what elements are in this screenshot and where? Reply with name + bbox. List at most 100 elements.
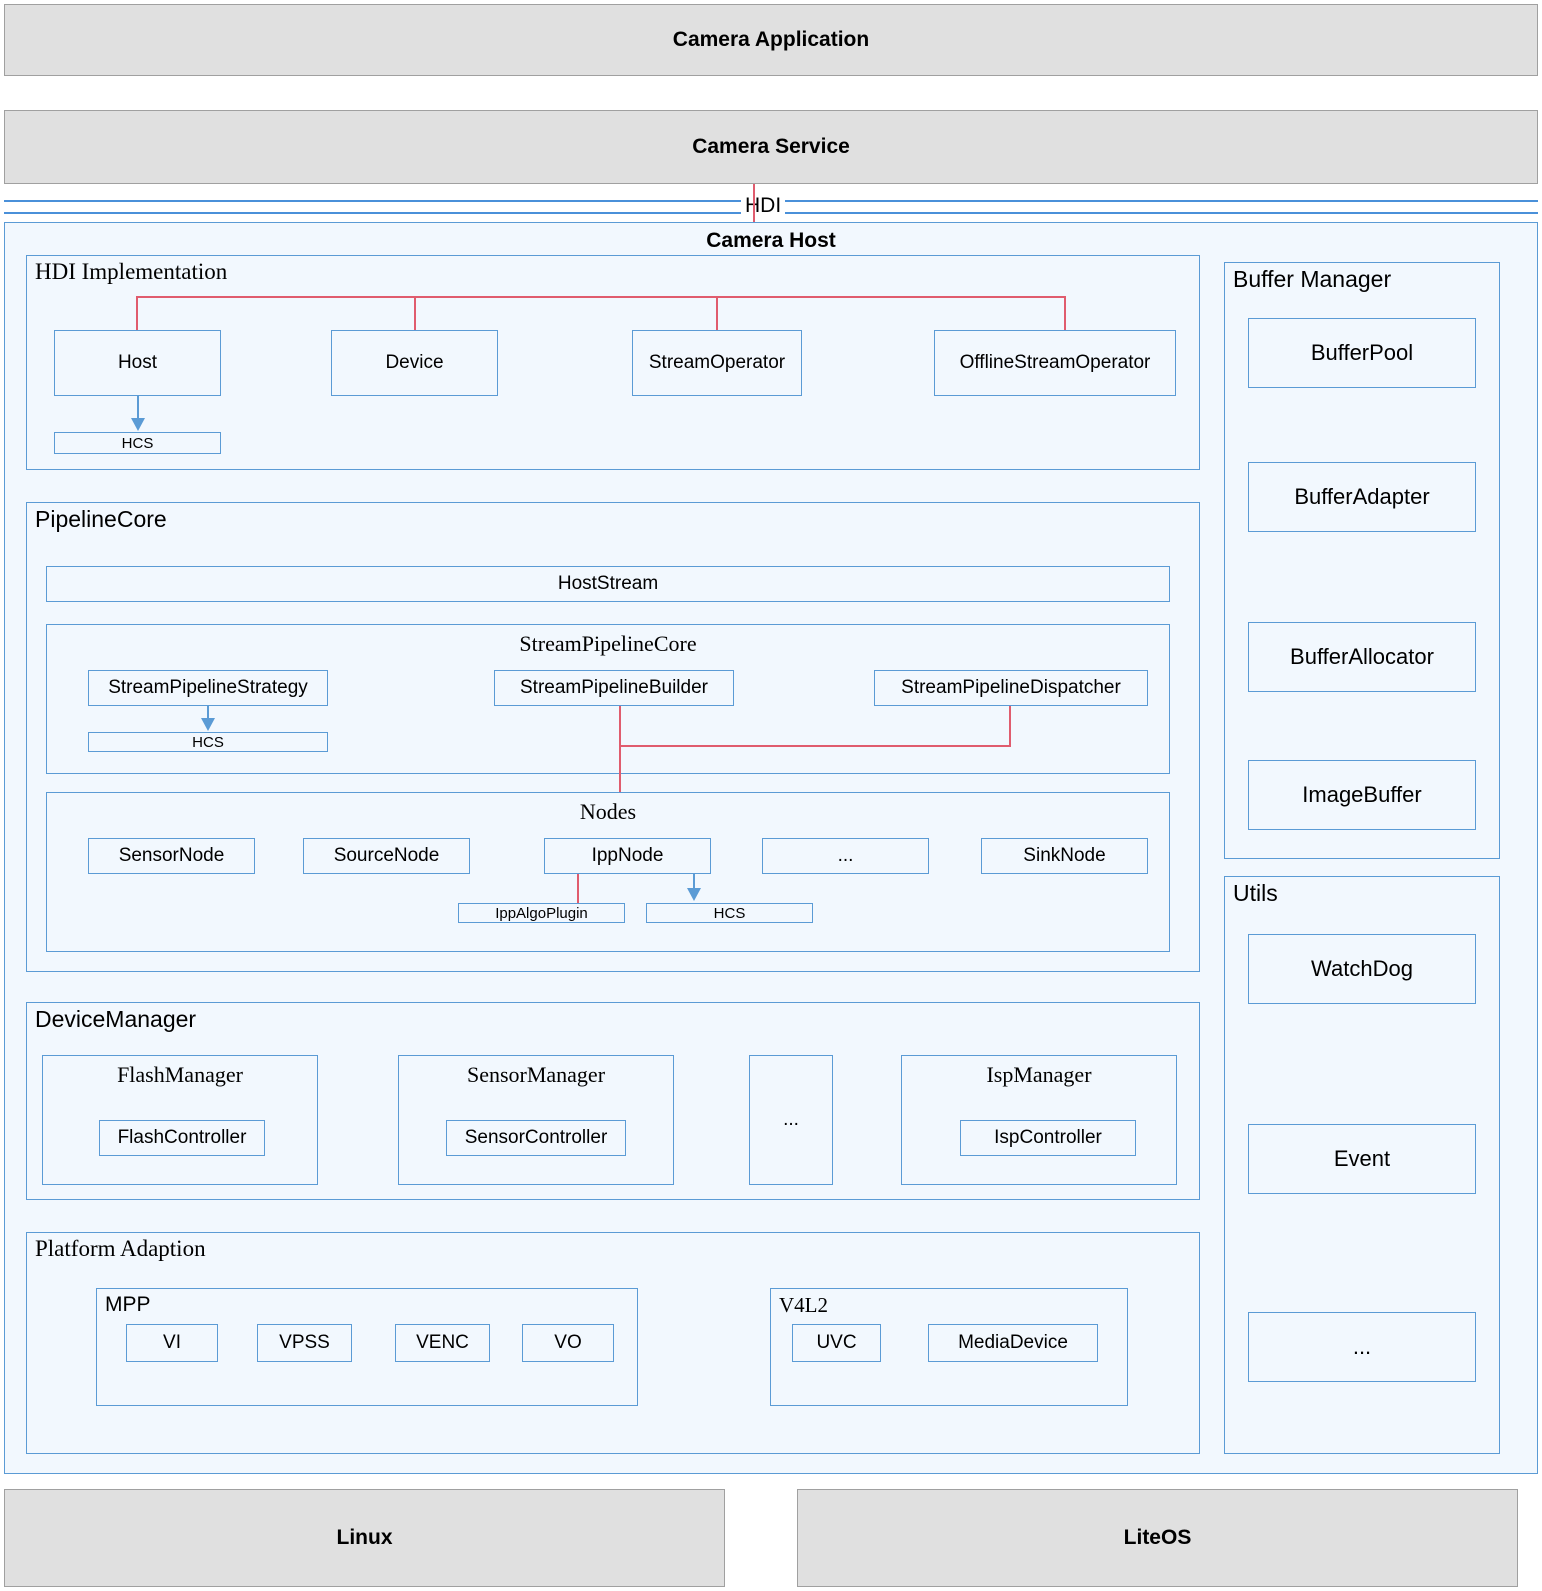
node-stream-pipeline-strategy[interactable]: StreamPipelineStrategy xyxy=(88,670,328,706)
sensor-manager-title: SensorManager xyxy=(466,1062,606,1087)
flash-manager-title: FlashManager xyxy=(117,1062,243,1087)
builder-dispatcher-join-line xyxy=(619,745,1011,747)
node-hcs-host-label: HCS xyxy=(121,434,154,452)
node-media-device[interactable]: MediaDevice xyxy=(928,1324,1098,1362)
node-event-label: Event xyxy=(1333,1146,1391,1171)
node-buffer-pool-label: BufferPool xyxy=(1310,340,1414,365)
node-vo[interactable]: VO xyxy=(522,1324,614,1362)
liteos-label: LiteOS xyxy=(1123,1526,1192,1549)
node-utils-ellipsis[interactable]: ... xyxy=(1248,1312,1476,1382)
node-source-node-label: SourceNode xyxy=(333,845,440,866)
node-buffer-allocator-label: BufferAllocator xyxy=(1290,644,1434,669)
node-vi-label: VI xyxy=(163,1332,181,1353)
node-sink-node-label: SinkNode xyxy=(1023,845,1106,866)
hdi-implementation-title: HDI Implementation xyxy=(35,259,228,284)
strategy-to-hcs-arrow-icon xyxy=(201,718,215,731)
architecture-diagram: Camera Application Camera Service HDI Ca… xyxy=(0,0,1542,1591)
node-uvc[interactable]: UVC xyxy=(792,1324,881,1362)
camera-service-label: Camera Service xyxy=(692,135,850,158)
hdi-tree-horizontal xyxy=(137,296,1066,298)
isp-manager-title: IspManager xyxy=(986,1062,1092,1087)
pipeline-core-title: PipelineCore xyxy=(35,506,167,532)
node-vo-label: VO xyxy=(554,1332,582,1353)
node-ipp-node-label: IppNode xyxy=(591,845,664,866)
node-stream-pipeline-builder-label: StreamPipelineBuilder xyxy=(520,677,708,698)
nodes-group-title: Nodes xyxy=(579,799,637,824)
node-device[interactable]: Device xyxy=(331,330,498,396)
node-media-device-label: MediaDevice xyxy=(958,1332,1068,1353)
node-vi[interactable]: VI xyxy=(126,1324,218,1362)
node-flash-controller-label: FlashController xyxy=(117,1127,247,1148)
node-venc-label: VENC xyxy=(416,1332,469,1353)
node-event[interactable]: Event xyxy=(1248,1124,1476,1194)
node-image-buffer[interactable]: ImageBuffer xyxy=(1248,760,1476,830)
hdi-tree-drop-streamoperator xyxy=(716,296,718,330)
node-isp-controller-label: IspController xyxy=(994,1127,1102,1148)
node-offline-stream-operator[interactable]: OfflineStreamOperator xyxy=(934,330,1176,396)
node-isp-controller[interactable]: IspController xyxy=(960,1120,1136,1156)
layer-liteos: LiteOS xyxy=(797,1489,1518,1587)
node-hcs-strategy-label: HCS xyxy=(192,733,224,751)
dispatcher-drop-line xyxy=(1009,706,1011,746)
node-host-stream[interactable]: HostStream xyxy=(46,566,1170,602)
node-buffer-pool[interactable]: BufferPool xyxy=(1248,318,1476,388)
node-hcs-host[interactable]: HCS xyxy=(54,432,221,454)
utils-title: Utils xyxy=(1233,880,1278,906)
node-sensor-node[interactable]: SensorNode xyxy=(88,838,255,874)
buffer-manager-title: Buffer Manager xyxy=(1233,266,1392,292)
camera-host-label: Camera Host xyxy=(706,229,836,252)
platform-adaption-title: Platform Adaption xyxy=(35,1236,206,1261)
node-flash-controller[interactable]: FlashController xyxy=(99,1120,265,1156)
node-utils-ellipsis-label: ... xyxy=(1352,1334,1372,1359)
node-source-node[interactable]: SourceNode xyxy=(303,838,470,874)
node-stream-operator-label: StreamOperator xyxy=(648,352,786,373)
node-ipp-algo-plugin-label: IppAlgoPlugin xyxy=(495,904,588,922)
camera-application-label: Camera Application xyxy=(672,28,870,51)
hdi-tree-drop-host xyxy=(136,296,138,330)
node-sensor-controller-label: SensorController xyxy=(464,1127,608,1148)
builder-to-nodes-line xyxy=(619,706,621,806)
node-offline-stream-operator-label: OfflineStreamOperator xyxy=(959,352,1151,373)
node-nodes-ellipsis[interactable]: ... xyxy=(762,838,929,874)
node-stream-pipeline-builder[interactable]: StreamPipelineBuilder xyxy=(494,670,734,706)
node-host-stream-label: HostStream xyxy=(557,573,659,594)
node-sink-node[interactable]: SinkNode xyxy=(981,838,1148,874)
node-stream-pipeline-dispatcher[interactable]: StreamPipelineDispatcher xyxy=(874,670,1148,706)
node-buffer-allocator[interactable]: BufferAllocator xyxy=(1248,622,1476,692)
group-device-manager-ellipsis: ... xyxy=(749,1055,833,1185)
node-sensor-node-label: SensorNode xyxy=(118,845,225,866)
node-vpss-label: VPSS xyxy=(279,1332,330,1353)
node-watchdog[interactable]: WatchDog xyxy=(1248,934,1476,1004)
v4l2-title: V4L2 xyxy=(779,1293,828,1317)
node-ipp-algo-plugin[interactable]: IppAlgoPlugin xyxy=(458,903,625,923)
hdi-tree-drop-offlinestreamoperator xyxy=(1064,296,1066,330)
node-buffer-adapter-label: BufferAdapter xyxy=(1294,484,1430,509)
mpp-title: MPP xyxy=(105,1293,151,1316)
node-venc[interactable]: VENC xyxy=(395,1324,490,1362)
node-device-label: Device xyxy=(385,352,444,373)
node-stream-pipeline-strategy-label: StreamPipelineStrategy xyxy=(108,677,308,698)
node-hcs-ipp-label: HCS xyxy=(713,904,746,922)
stream-pipeline-core-title: StreamPipelineCore xyxy=(519,631,697,656)
node-stream-pipeline-dispatcher-label: StreamPipelineDispatcher xyxy=(901,677,1121,698)
node-vpss[interactable]: VPSS xyxy=(257,1324,352,1362)
device-manager-ellipsis-label: ... xyxy=(783,1109,799,1130)
node-sensor-controller[interactable]: SensorController xyxy=(446,1120,626,1156)
node-nodes-ellipsis-label: ... xyxy=(837,845,854,866)
node-uvc-label: UVC xyxy=(816,1332,857,1353)
layer-camera-service: Camera Service xyxy=(4,110,1538,184)
linux-label: Linux xyxy=(336,1526,393,1549)
node-host[interactable]: Host xyxy=(54,330,221,396)
node-stream-operator[interactable]: StreamOperator xyxy=(632,330,802,396)
node-hcs-ipp[interactable]: HCS xyxy=(646,903,813,923)
node-ipp-node[interactable]: IppNode xyxy=(544,838,711,874)
node-hcs-strategy[interactable]: HCS xyxy=(88,732,328,752)
hdi-tree-drop-device xyxy=(414,296,416,330)
hdi-label: HDI xyxy=(741,194,786,218)
node-host-label: Host xyxy=(117,352,158,373)
layer-linux: Linux xyxy=(4,1489,725,1587)
node-buffer-adapter[interactable]: BufferAdapter xyxy=(1248,462,1476,532)
node-image-buffer-label: ImageBuffer xyxy=(1302,782,1422,807)
node-watchdog-label: WatchDog xyxy=(1311,956,1413,981)
device-manager-title: DeviceManager xyxy=(35,1006,197,1032)
